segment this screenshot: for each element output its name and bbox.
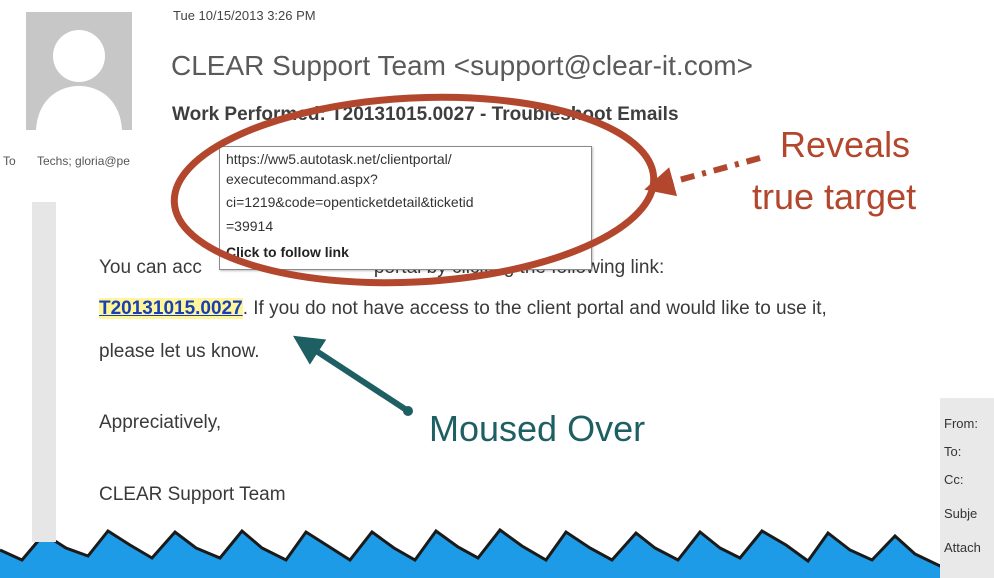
reading-pane-edge: From: To: Cc: Subje Attach — [940, 398, 994, 578]
body-line-1-prefix: You can acc — [99, 257, 202, 278]
email-subject: Work Performed: T20131015.0027 - Trouble… — [172, 104, 679, 125]
to-recipients[interactable]: Techs; gloria@pe — [37, 154, 130, 168]
signature-text: CLEAR Support Team — [99, 484, 286, 505]
sender-avatar — [26, 12, 132, 130]
ticket-hyperlink[interactable]: T20131015.0027 — [99, 298, 243, 319]
closing-text: Appreciatively, — [99, 412, 222, 433]
email-date: Tue 10/15/2013 3:26 PM — [173, 8, 316, 23]
person-silhouette-icon — [36, 30, 122, 130]
link-tooltip: https://ww5.autotask.net/clientportal/ e… — [219, 146, 592, 270]
preview-label-cc: Cc: — [944, 472, 964, 487]
annotation-reveals: Reveals — [780, 124, 911, 165]
annotation-true-target: true target — [752, 176, 917, 217]
to-label: To — [3, 154, 16, 168]
email-sender[interactable]: CLEAR Support Team <support@clear-it.com… — [171, 50, 753, 82]
tooltip-follow-hint: Click to follow link — [226, 244, 349, 260]
preview-label-subject: Subje — [944, 506, 978, 521]
body-line-3: please let us know. — [99, 341, 260, 362]
preview-label-from: From: — [944, 416, 978, 431]
tooltip-url-line-4: =39914 — [226, 218, 274, 234]
tooltip-url-line-2: executecommand.aspx? — [226, 171, 378, 187]
annotation-moused-over: Moused Over — [429, 408, 646, 449]
body-line-2-rest: . If you do not have access to the clien… — [242, 298, 827, 319]
preview-label-attach: Attach — [944, 540, 981, 555]
tooltip-url-line-1: https://ww5.autotask.net/clientportal/ — [226, 151, 452, 167]
tooltip-url-line-3: ci=1219&code=openticketdetail&ticketid — [226, 194, 474, 210]
preview-label-to: To: — [944, 444, 962, 459]
message-body-gutter — [32, 202, 56, 542]
body-line-2: T20131015.0027. If you do not have acces… — [99, 298, 827, 320]
